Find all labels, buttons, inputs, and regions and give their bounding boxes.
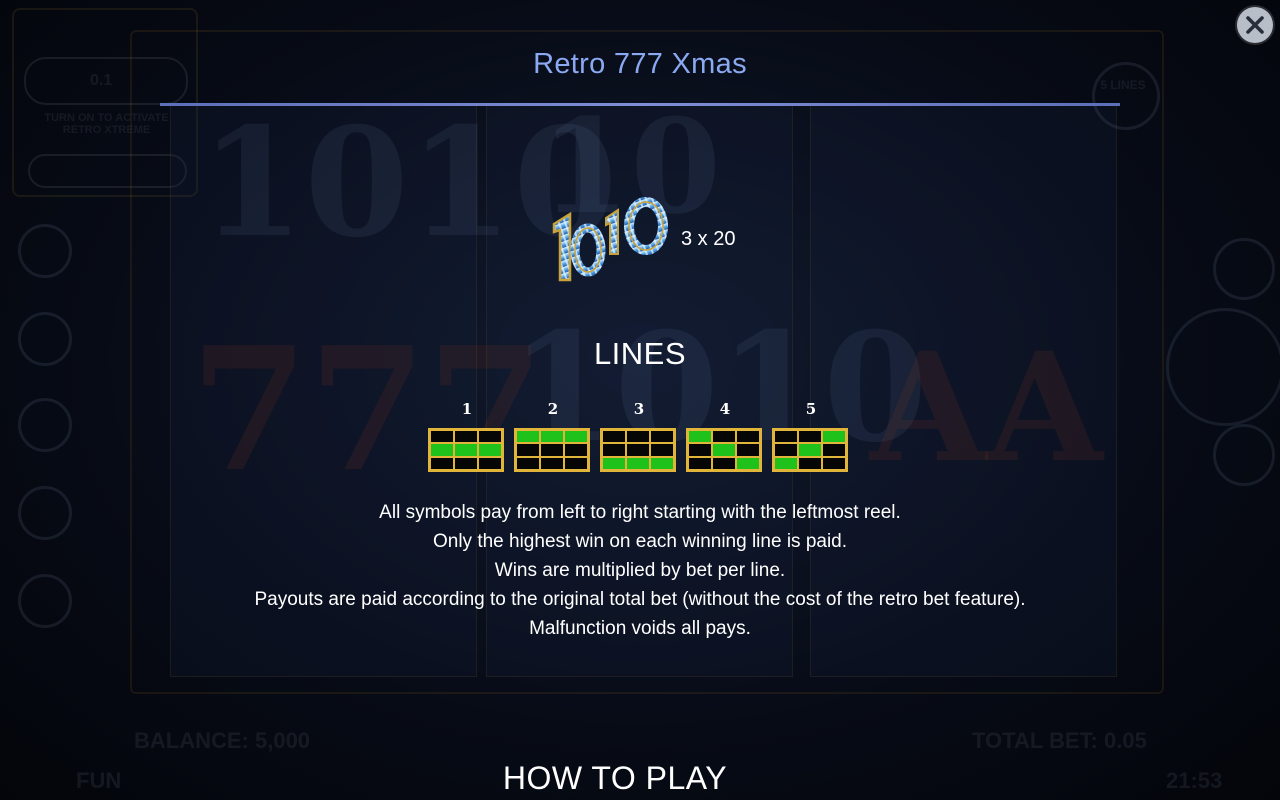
payline-cell [688, 456, 712, 470]
payline-cell [454, 456, 478, 470]
page-title: Retro 777 Xmas [533, 48, 747, 80]
payline-cell-active [688, 430, 712, 444]
close-button[interactable] [1237, 7, 1273, 43]
total-bet-text: TOTAL BET: 0.05 [972, 728, 1147, 753]
payline-cell-active [626, 456, 650, 470]
payline-cell [564, 456, 588, 470]
payline-cell [774, 430, 798, 444]
payline-cell [736, 443, 760, 457]
close-icon [1246, 16, 1264, 34]
payline-cell [430, 456, 454, 470]
payline-number: 1 [461, 400, 473, 418]
payline-cell-active [454, 443, 478, 457]
lines-heading: LINES [593, 336, 687, 371]
payline-cell [736, 430, 760, 444]
symbol-1010-icon [552, 197, 668, 282]
rule-line: All symbols pay from left to right start… [379, 502, 901, 523]
payline-cell-active [540, 430, 564, 444]
rule-line: Payouts are paid according to the origin… [254, 589, 1026, 610]
payline-cell [822, 456, 846, 470]
payline-cell [478, 456, 502, 470]
payline-cell-active [516, 430, 540, 444]
payline-cell-active [822, 430, 846, 444]
tools-icon [18, 398, 72, 452]
payline-cell [602, 443, 626, 457]
payline-cell [712, 430, 736, 444]
payline-cell-active [602, 456, 626, 470]
payline-cell-active [736, 456, 760, 470]
payline-cell [774, 443, 798, 457]
payline-cell [798, 430, 822, 444]
symbol-pay-value: 3 x 20 [681, 228, 736, 250]
help-icon [18, 224, 72, 278]
bet-icon [1213, 424, 1275, 486]
payline-cell [650, 443, 674, 457]
payline-4: 4 [686, 400, 764, 472]
payline-cell [626, 430, 650, 444]
payline-number: 2 [547, 400, 559, 418]
payline-cell [454, 430, 478, 444]
payline-cell-active [478, 443, 502, 457]
payline-cell-active [798, 443, 822, 457]
payline-cell-active [774, 456, 798, 470]
payline-cell [688, 443, 712, 457]
payline-cell [516, 456, 540, 470]
payline-cell [430, 430, 454, 444]
rule-line: Wins are multiplied by bet per line. [494, 560, 786, 581]
payline-cell [516, 443, 540, 457]
payline-5: 5 [772, 400, 850, 472]
how-to-play-heading: HOW TO PLAY [502, 760, 728, 796]
payline-cell [602, 430, 626, 444]
payline-grid [686, 428, 762, 472]
payline-cell [478, 430, 502, 444]
rules-text: All symbols pay from left to right start… [0, 498, 1280, 643]
payline-number: 4 [719, 400, 731, 418]
payline-cell-active [564, 430, 588, 444]
payline-3: 3 [600, 400, 678, 472]
payline-cell [564, 443, 588, 457]
symbol-1010-image [548, 196, 678, 288]
payline-cell [712, 456, 736, 470]
autoplay-icon [1213, 238, 1275, 300]
payline-grid [600, 428, 676, 472]
payline-cell [540, 456, 564, 470]
payline-grid [428, 428, 504, 472]
payline-cell [540, 443, 564, 457]
balance-text: BALANCE: 5,000 [134, 728, 311, 753]
payline-cell [798, 456, 822, 470]
payline-cell-active [430, 443, 454, 457]
payline-number: 3 [633, 400, 645, 418]
payline-cell [650, 430, 674, 444]
payline-number: 5 [805, 400, 817, 418]
rule-line: Malfunction voids all pays. [529, 618, 751, 639]
title-divider [160, 103, 1120, 106]
payline-1: 1 [428, 400, 506, 472]
rule-line: Only the highest win on each winning lin… [432, 531, 848, 552]
payline-cell [822, 443, 846, 457]
payline-2: 2 [514, 400, 592, 472]
payline-grid [514, 428, 590, 472]
payline-cell-active [650, 456, 674, 470]
payline-cell-active [712, 443, 736, 457]
payline-grid [772, 428, 848, 472]
payline-cell [626, 443, 650, 457]
